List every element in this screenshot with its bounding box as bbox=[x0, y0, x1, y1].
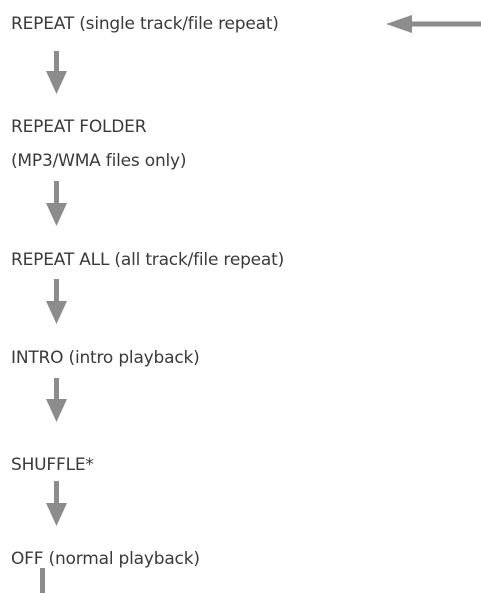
down-arrow-2 bbox=[46, 181, 67, 226]
tail-line bbox=[40, 568, 45, 593]
down-arrow-4 bbox=[46, 378, 67, 422]
down-arrow-5 bbox=[46, 481, 67, 526]
down-arrow-1 bbox=[46, 51, 67, 94]
down-arrow-3 bbox=[46, 279, 67, 324]
flow-arrows bbox=[40, 15, 481, 593]
return-arrow bbox=[386, 15, 481, 33]
